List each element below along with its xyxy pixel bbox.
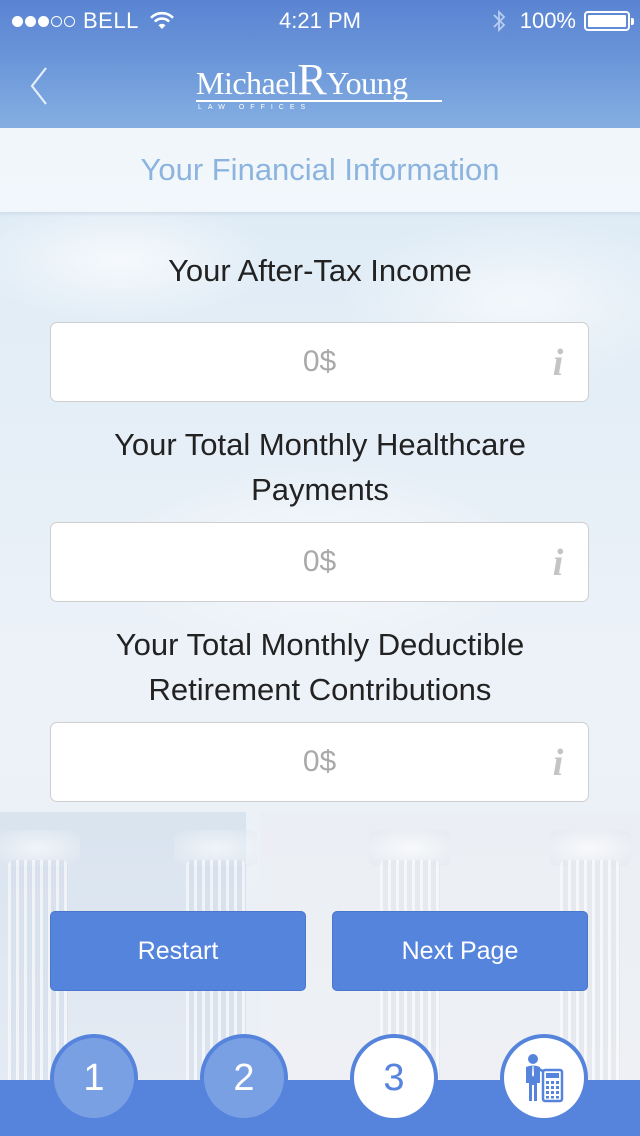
healthcare-payments-input[interactable] xyxy=(51,523,588,601)
chevron-left-icon xyxy=(30,67,47,105)
status-right: 100% xyxy=(492,8,634,34)
status-bar: BELL 4:21 PM 100% xyxy=(0,0,640,40)
logo-name: MichaelRYoung xyxy=(196,58,446,102)
header: BELL 4:21 PM 100% MichaelRYoung LAW OFFI… xyxy=(0,0,640,128)
retirement-contributions-input[interactable] xyxy=(51,723,588,801)
battery-fill xyxy=(588,15,626,27)
title-band: Your Financial Information xyxy=(0,128,640,212)
logo-first-name: Michael xyxy=(196,65,298,101)
nav-bar: MichaelRYoung LAW OFFICES xyxy=(0,40,640,128)
logo-last-name: Young xyxy=(326,65,408,101)
info-icon[interactable]: i xyxy=(546,343,570,383)
step-results[interactable] xyxy=(500,1034,588,1122)
logo-initial: R xyxy=(297,55,327,104)
restart-button[interactable]: Restart xyxy=(50,911,306,991)
logo-subtitle: LAW OFFICES xyxy=(198,104,312,111)
step-number: 2 xyxy=(233,1056,255,1099)
battery-tip xyxy=(631,18,634,25)
info-icon[interactable]: i xyxy=(546,743,570,783)
back-button[interactable] xyxy=(26,64,56,108)
field-label-retirement-contributions: Your Total Monthly Deductible Retirement… xyxy=(115,627,525,707)
field-label-healthcare-payments: Your Total Monthly Healthcare Payments xyxy=(114,427,526,507)
person-calculator-icon xyxy=(526,1054,564,1103)
logo: MichaelRYoung LAW OFFICES xyxy=(196,58,446,112)
step-2[interactable]: 2 xyxy=(200,1034,288,1122)
after-tax-income-field: i xyxy=(50,322,589,402)
next-page-button[interactable]: Next Page xyxy=(332,911,588,991)
after-tax-income-input[interactable] xyxy=(51,323,588,401)
page-title: Your Financial Information xyxy=(140,152,500,187)
step-1[interactable]: 1 xyxy=(50,1034,138,1122)
info-icon[interactable]: i xyxy=(546,543,570,583)
field-label-after-tax-income: Your After-Tax Income xyxy=(168,253,472,288)
battery-percent: 100% xyxy=(519,8,576,33)
step-number: 1 xyxy=(83,1056,105,1099)
step-number: 3 xyxy=(383,1056,405,1099)
retirement-contributions-field: i xyxy=(50,722,589,802)
bluetooth-icon xyxy=(493,9,505,33)
step-3[interactable]: 3 xyxy=(350,1034,438,1122)
battery-icon xyxy=(584,11,634,31)
healthcare-payments-field: i xyxy=(50,522,589,602)
